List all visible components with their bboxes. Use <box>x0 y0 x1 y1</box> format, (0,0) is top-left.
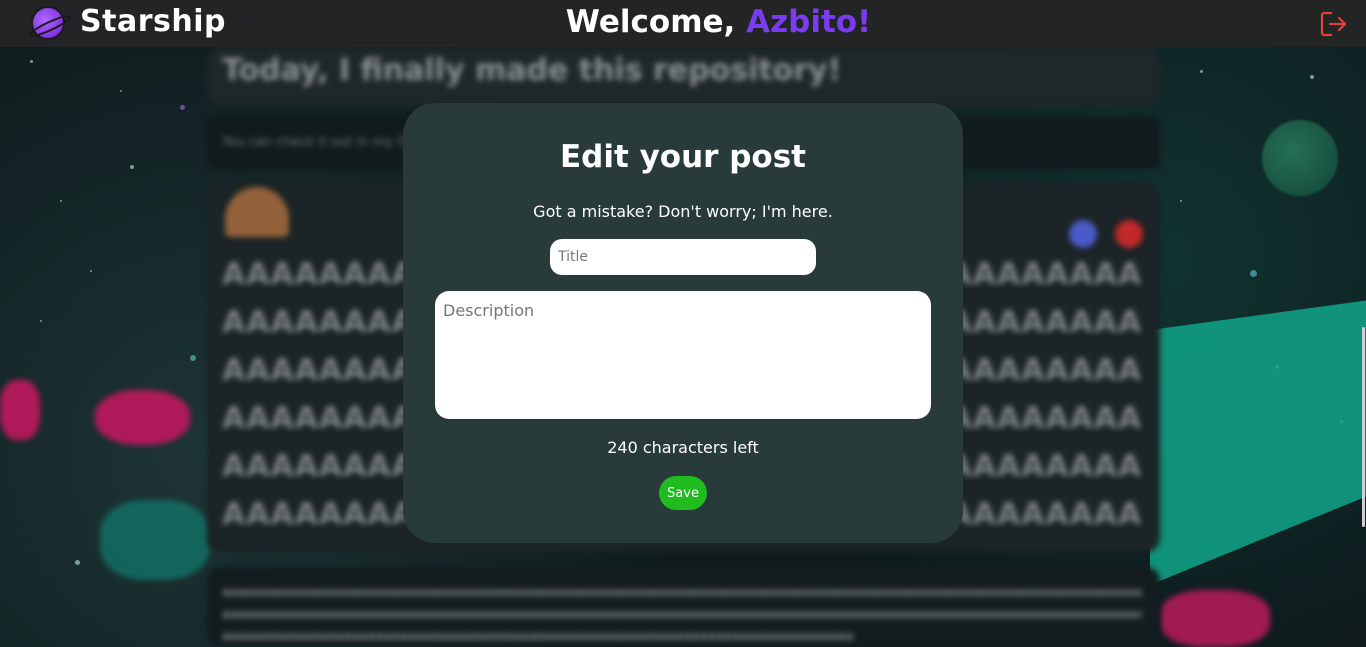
edit-post-modal: Edit your post Got a mistake? Don't worr… <box>403 103 963 543</box>
post-body-small: aaaaaaaaaaaaaaaaaaaaaaaaaaaaaaaaaaaaaaaa… <box>222 607 1142 621</box>
welcome-prefix: Welcome, <box>565 4 747 40</box>
characters-left-counter: 240 characters left <box>607 438 759 457</box>
modal-title: Edit your post <box>559 139 807 175</box>
title-input[interactable] <box>550 239 816 275</box>
post-avatar <box>225 187 289 237</box>
edit-post-icon[interactable] <box>1069 220 1097 248</box>
logout-icon[interactable] <box>1318 8 1350 40</box>
post-body-small: aaaaaaaaaaaaaaaaaaaaaaaaaaaaaaaaaaaaaaaa… <box>222 585 1142 599</box>
post-title: Today, I finally made this repository! <box>222 53 842 88</box>
description-textarea[interactable] <box>435 291 931 419</box>
username: Azbito! <box>746 4 872 40</box>
post-card-secondary: aaaaaaaaaaaaaaaaaaaaaaaaaaaaaaaaaaaaaaaa… <box>207 567 1160 647</box>
save-button[interactable]: Save <box>659 476 707 510</box>
post-card-header: Today, I finally made this repository! <box>207 47 1160 107</box>
welcome-message: Welcome, Azbito! <box>0 4 1366 40</box>
modal-subtitle: Got a mistake? Don't worry; I'm here. <box>533 202 833 221</box>
scrollbar[interactable] <box>1362 327 1365 527</box>
delete-post-icon[interactable] <box>1115 220 1143 248</box>
top-bar: Starship Welcome, Azbito! <box>0 0 1366 47</box>
post-body-small: aaaaaaaaaaaaaaaaaaaaaaaaaaaaaaaaaaaaaaaa… <box>222 629 854 643</box>
